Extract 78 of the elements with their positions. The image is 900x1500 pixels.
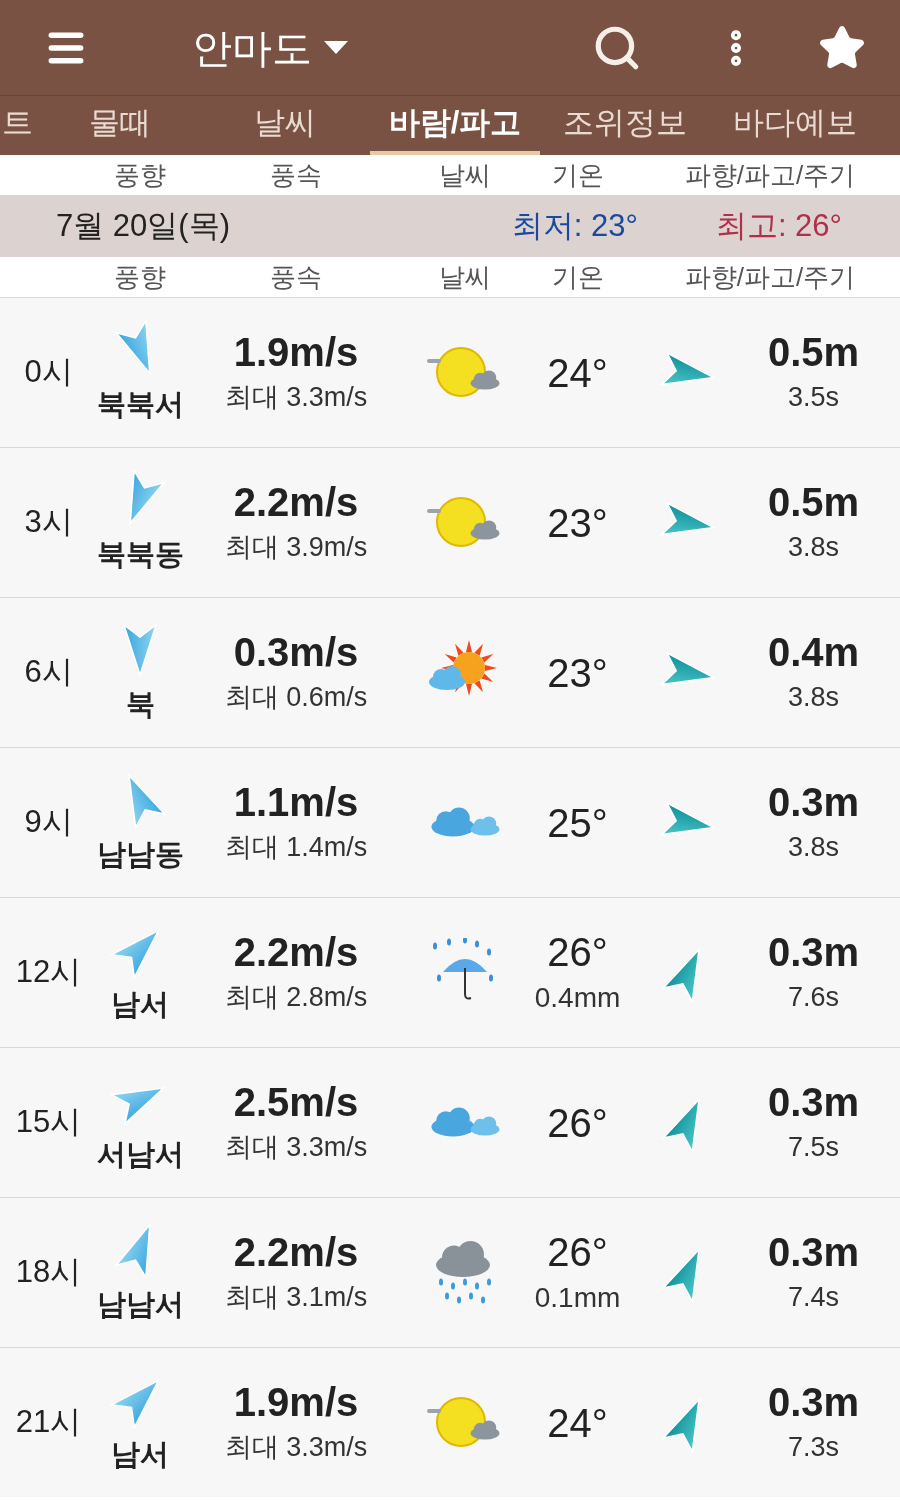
wave-period: 7.4s [787, 1281, 839, 1315]
wave-period: 3.5s [787, 381, 839, 415]
column-header: 풍속 [269, 158, 323, 192]
wave-period: 7.3s [787, 1431, 839, 1465]
temperature: 24° [547, 349, 608, 397]
column-header: 파향/파고/주기 [683, 158, 857, 192]
max-wind-speed: 최대 1.4m/s [224, 831, 368, 865]
column-header: 날씨 [438, 260, 492, 294]
tab[interactable]: 트 [0, 96, 40, 155]
temperature: 23° [547, 499, 608, 547]
wave-period: 3.8s [787, 831, 839, 865]
wave-period: 7.6s [787, 981, 839, 1015]
time-label: 6시 [23, 653, 74, 692]
wind-direction: 남남동 [96, 836, 184, 872]
wave-period: 3.8s [787, 531, 839, 565]
temperature: 26° [547, 1099, 608, 1147]
max-wind-speed: 최대 3.1m/s [224, 1281, 368, 1315]
time-label: 0시 [23, 353, 74, 392]
wave-height: 0.4m [767, 629, 860, 677]
wind-direction: 남서 [111, 986, 169, 1022]
wave-height: 0.5m [767, 479, 860, 527]
date-label: 7월 20일(목) [56, 206, 230, 245]
column-header: 파향/파고/주기 [683, 260, 857, 294]
column-header: 날씨 [438, 158, 492, 192]
column-header: 기온 [550, 158, 605, 192]
temperature: 26° [547, 928, 608, 976]
column-header: 풍향 [113, 158, 167, 192]
wave-height: 0.3m [767, 779, 860, 827]
wind-direction: 남서 [111, 1436, 169, 1472]
location-dropdown[interactable]: 안마도 [192, 17, 348, 78]
max-wind-speed: 최대 2.8m/s [224, 981, 368, 1015]
time-label: 12시 [14, 953, 83, 992]
temperature: 26° [547, 1228, 608, 1276]
max-wind-speed: 최대 3.9m/s [224, 531, 368, 565]
time-label: 3시 [23, 503, 74, 542]
wind-speed: 0.3m/s [233, 629, 359, 677]
time-label: 9시 [23, 803, 74, 842]
wave-height: 0.3m [767, 1229, 860, 1277]
tab[interactable]: 물때 [40, 96, 200, 155]
max-wind-speed: 최대 3.3m/s [224, 381, 368, 415]
precipitation: 0.1mm [534, 1280, 621, 1315]
wave-height: 0.3m [767, 1379, 860, 1427]
temperature: 25° [547, 799, 608, 847]
wind-speed: 2.2m/s [233, 929, 359, 977]
wave-height: 0.3m [767, 1079, 860, 1127]
precipitation: 0.4mm [534, 980, 621, 1015]
wind-speed: 2.2m/s [233, 479, 359, 527]
wind-direction: 북 [125, 686, 155, 722]
time-label: 18시 [14, 1253, 83, 1292]
column-header: 풍속 [269, 260, 323, 294]
wave-period: 7.5s [787, 1131, 839, 1165]
temperature: 24° [547, 1399, 608, 1447]
max-wind-speed: 최대 3.3m/s [224, 1431, 368, 1465]
high-temperature: 최고: 26° [715, 206, 842, 245]
wind-speed: 1.1m/s [233, 779, 359, 827]
tab[interactable]: 조위정보 [540, 96, 710, 155]
wind-direction: 북북동 [96, 536, 184, 572]
temperature: 23° [547, 649, 608, 697]
wave-height: 0.5m [767, 329, 860, 377]
wind-direction: 서남서 [96, 1136, 184, 1172]
tab[interactable]: 날씨 [200, 96, 370, 155]
wave-height: 0.3m [767, 929, 860, 977]
wind-direction: 남남서 [96, 1286, 184, 1322]
tab[interactable]: 바다예보 [710, 96, 880, 155]
wind-speed: 2.2m/s [233, 1229, 359, 1277]
wind-speed: 1.9m/s [233, 329, 359, 377]
caret-icon [324, 40, 348, 55]
wind-direction: 북북서 [96, 386, 184, 422]
wind-speed: 1.9m/s [233, 1379, 359, 1427]
time-label: 15시 [14, 1103, 83, 1142]
low-temperature: 최저: 23° [511, 206, 638, 245]
max-wind-speed: 최대 3.3m/s [224, 1131, 368, 1165]
column-header: 풍향 [113, 260, 167, 294]
wave-period: 3.8s [787, 681, 839, 715]
wind-speed: 2.5m/s [233, 1079, 359, 1127]
column-header: 기온 [550, 260, 605, 294]
max-wind-speed: 최대 0.6m/s [224, 681, 368, 715]
time-label: 21시 [14, 1403, 83, 1442]
